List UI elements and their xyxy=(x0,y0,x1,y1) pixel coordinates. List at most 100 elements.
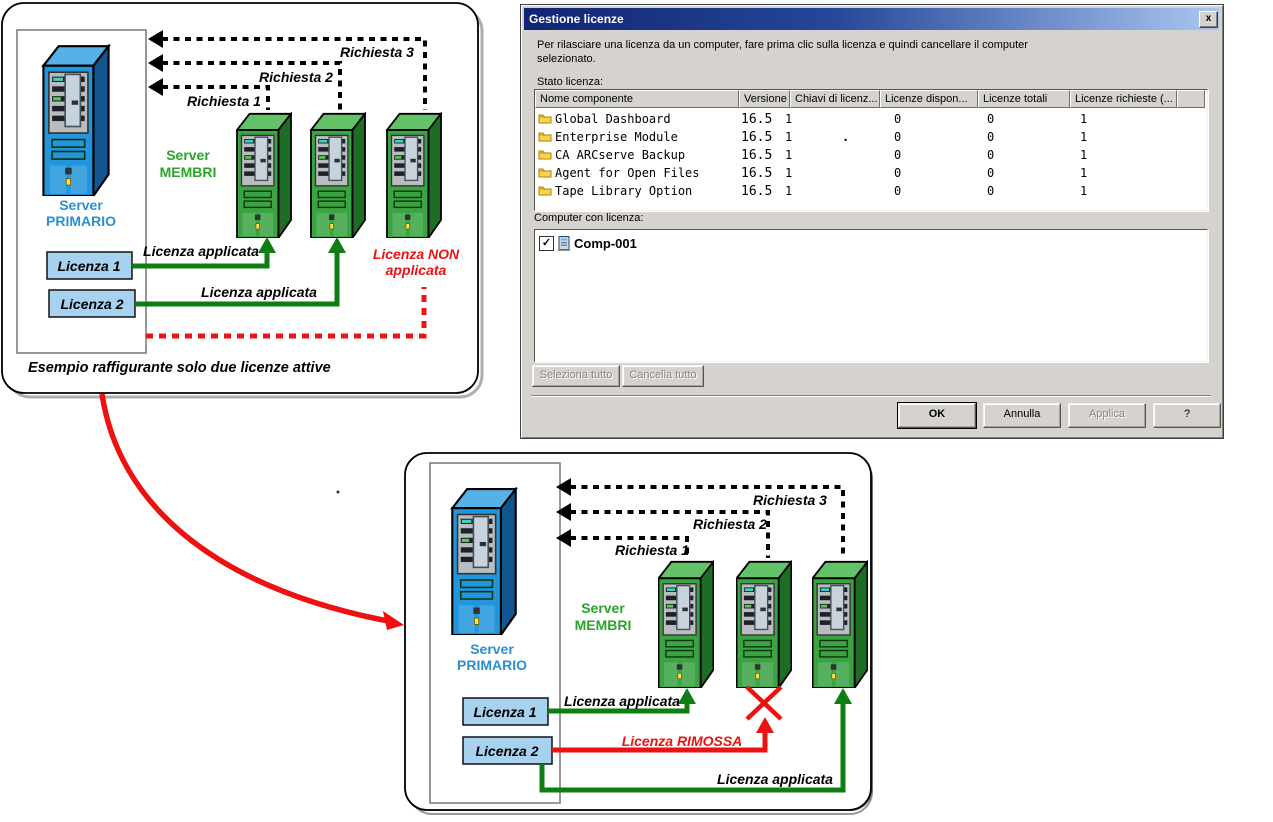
member-servers-label: MEMBRI xyxy=(160,164,217,180)
licenses-available-value: 0 xyxy=(894,130,902,144)
licenses-available-value: 0 xyxy=(894,184,902,198)
licenses-total-value: 0 xyxy=(987,112,995,126)
request-2-label: Richiesta 2 xyxy=(259,69,333,85)
computer-name: Comp-001 xyxy=(574,235,637,251)
member-server-icon xyxy=(236,112,292,238)
licenses-total-value: 0 xyxy=(987,166,995,180)
licenses-total-value: 0 xyxy=(987,130,995,144)
license-keys-value: 1 xyxy=(785,112,793,126)
license-keys-value: 1 xyxy=(785,184,793,198)
license-management-dialog: Gestione licenze x Per rilasciare una li… xyxy=(520,4,1224,439)
licenses-available-value: 0 xyxy=(894,148,902,162)
license-removed-label: Licenza RIMOSSA xyxy=(622,733,743,749)
folder-icon xyxy=(538,114,552,124)
licenses-required-value: 1 xyxy=(1080,184,1088,198)
column-header-licenses-available[interactable]: Licenze dispon... xyxy=(880,90,978,108)
folder-icon xyxy=(538,168,552,178)
folder-icon xyxy=(538,150,552,160)
table-row[interactable]: CA ARCserve Backup 16.5 1 0 0 1 xyxy=(535,146,1205,164)
request-3-label: Richiesta 3 xyxy=(753,492,827,508)
diagram-license-removed: Server PRIMARIO Server MEMBRI Richiesta … xyxy=(404,452,873,815)
licensed-computers-label: Computer con licenza: xyxy=(534,212,644,224)
column-header-licenses-required[interactable]: Licenze richieste (... xyxy=(1070,90,1177,108)
folder-icon xyxy=(538,132,552,142)
list-item-computer[interactable]: ✓ Comp-001 xyxy=(539,234,637,252)
request-3-label: Richiesta 3 xyxy=(340,44,414,60)
licenses-required-value: 1 xyxy=(1080,148,1088,162)
stray-dot xyxy=(336,490,340,494)
computer-checkbox[interactable]: ✓ xyxy=(539,235,554,251)
license-1-label: Licenza 1 xyxy=(57,258,120,274)
cancel-button[interactable]: Annulla xyxy=(983,403,1061,428)
primary-server-label: PRIMARIO xyxy=(457,657,527,673)
primary-server-label: Server xyxy=(470,641,514,657)
member-servers-label: Server xyxy=(166,147,210,163)
table-row[interactable]: Enterprise Module 16.5 1 . 0 0 1 xyxy=(535,128,1205,146)
column-header-licenses-total[interactable]: Licenze totali xyxy=(978,90,1070,108)
member-server-icon xyxy=(736,560,792,688)
diagram-two-active-licenses: Server PRIMARIO Server MEMBRI Richiesta … xyxy=(1,2,484,399)
license-applied-label: Licenza applicata xyxy=(143,243,259,259)
member-server-icon xyxy=(658,560,714,688)
component-name: Agent for Open Files xyxy=(555,166,700,180)
primary-server-label: PRIMARIO xyxy=(46,213,116,229)
primary-server-icon xyxy=(450,487,518,635)
license-keys-value: 1 xyxy=(785,148,793,162)
column-header-version[interactable]: Versione xyxy=(739,90,790,108)
column-header-component[interactable]: Nome componente xyxy=(535,90,739,108)
license-status-label: Stato licenza: xyxy=(537,76,604,88)
license-1-label: Licenza 1 xyxy=(473,704,536,720)
close-icon[interactable]: x xyxy=(1199,11,1218,28)
component-version: 16.5 xyxy=(741,148,773,163)
table-row[interactable]: Agent for Open Files 16.5 1 0 0 1 xyxy=(535,164,1205,182)
component-name: Tape Library Option xyxy=(555,184,693,198)
license-not-applied-label: applicata xyxy=(386,262,447,278)
component-name: CA ARCserve Backup xyxy=(555,148,686,162)
license-keys-value: 1 xyxy=(785,166,793,180)
member-servers-label: Server xyxy=(581,600,625,616)
licensed-computers-list[interactable]: ✓ Comp-001 xyxy=(534,229,1208,362)
license-applied-label: Licenza applicata xyxy=(201,284,317,300)
component-version: 16.5 xyxy=(741,184,773,199)
member-server-icon xyxy=(386,112,442,238)
clear-all-button[interactable]: Cancella tutto xyxy=(622,365,704,387)
licenses-required-value: 1 xyxy=(1080,166,1088,180)
dialog-description-line: selezionato. xyxy=(537,53,596,65)
license-2-label: Licenza 2 xyxy=(60,296,123,312)
diagram-caption: Esempio raffigurante solo due licenze at… xyxy=(28,360,331,376)
column-header-filler xyxy=(1177,90,1205,108)
licenses-available-value: 0 xyxy=(894,112,902,126)
primary-server-label: Server xyxy=(59,197,103,213)
license-keys-value: 1 xyxy=(785,130,793,144)
request-1-label: Richiesta 1 xyxy=(615,542,689,558)
member-server-icon xyxy=(310,112,366,238)
licenses-available-value: 0 xyxy=(894,166,902,180)
computer-icon xyxy=(558,235,570,251)
license-status-table: Nome componente Versione Chiavi di licen… xyxy=(534,89,1208,211)
request-1-label: Richiesta 1 xyxy=(187,93,261,109)
transition-curve xyxy=(99,393,389,624)
request-2-label: Richiesta 2 xyxy=(693,516,767,532)
dialog-titlebar: Gestione licenze xyxy=(524,8,1219,30)
dialog-description: Per rilasciare una licenza da un compute… xyxy=(537,38,1117,66)
dialog-title: Gestione licenze xyxy=(529,12,624,26)
stray-dot: . xyxy=(842,130,850,144)
column-header-license-keys[interactable]: Chiavi di licenz... xyxy=(790,90,880,108)
primary-server-icon xyxy=(41,44,111,196)
table-row[interactable]: Tape Library Option 16.5 1 0 0 1 xyxy=(535,182,1205,200)
component-name: Enterprise Module xyxy=(555,130,678,144)
license-applied-label: Licenza applicata xyxy=(564,693,680,709)
component-version: 16.5 xyxy=(741,166,773,181)
component-name: Global Dashboard xyxy=(555,112,671,126)
help-button[interactable]: ? xyxy=(1153,403,1221,428)
ok-button[interactable]: OK xyxy=(898,403,976,428)
apply-button[interactable]: Applica xyxy=(1068,403,1146,428)
select-all-button[interactable]: Seleziona tutto xyxy=(532,365,620,387)
licenses-total-value: 0 xyxy=(987,148,995,162)
component-version: 16.5 xyxy=(741,112,773,127)
license-applied-label: Licenza applicata xyxy=(717,771,833,787)
licenses-required-value: 1 xyxy=(1080,112,1088,126)
folder-icon xyxy=(538,186,552,196)
license-not-applied-label: Licenza NON xyxy=(373,246,460,262)
table-row[interactable]: Global Dashboard 16.5 1 0 0 1 xyxy=(535,110,1205,128)
